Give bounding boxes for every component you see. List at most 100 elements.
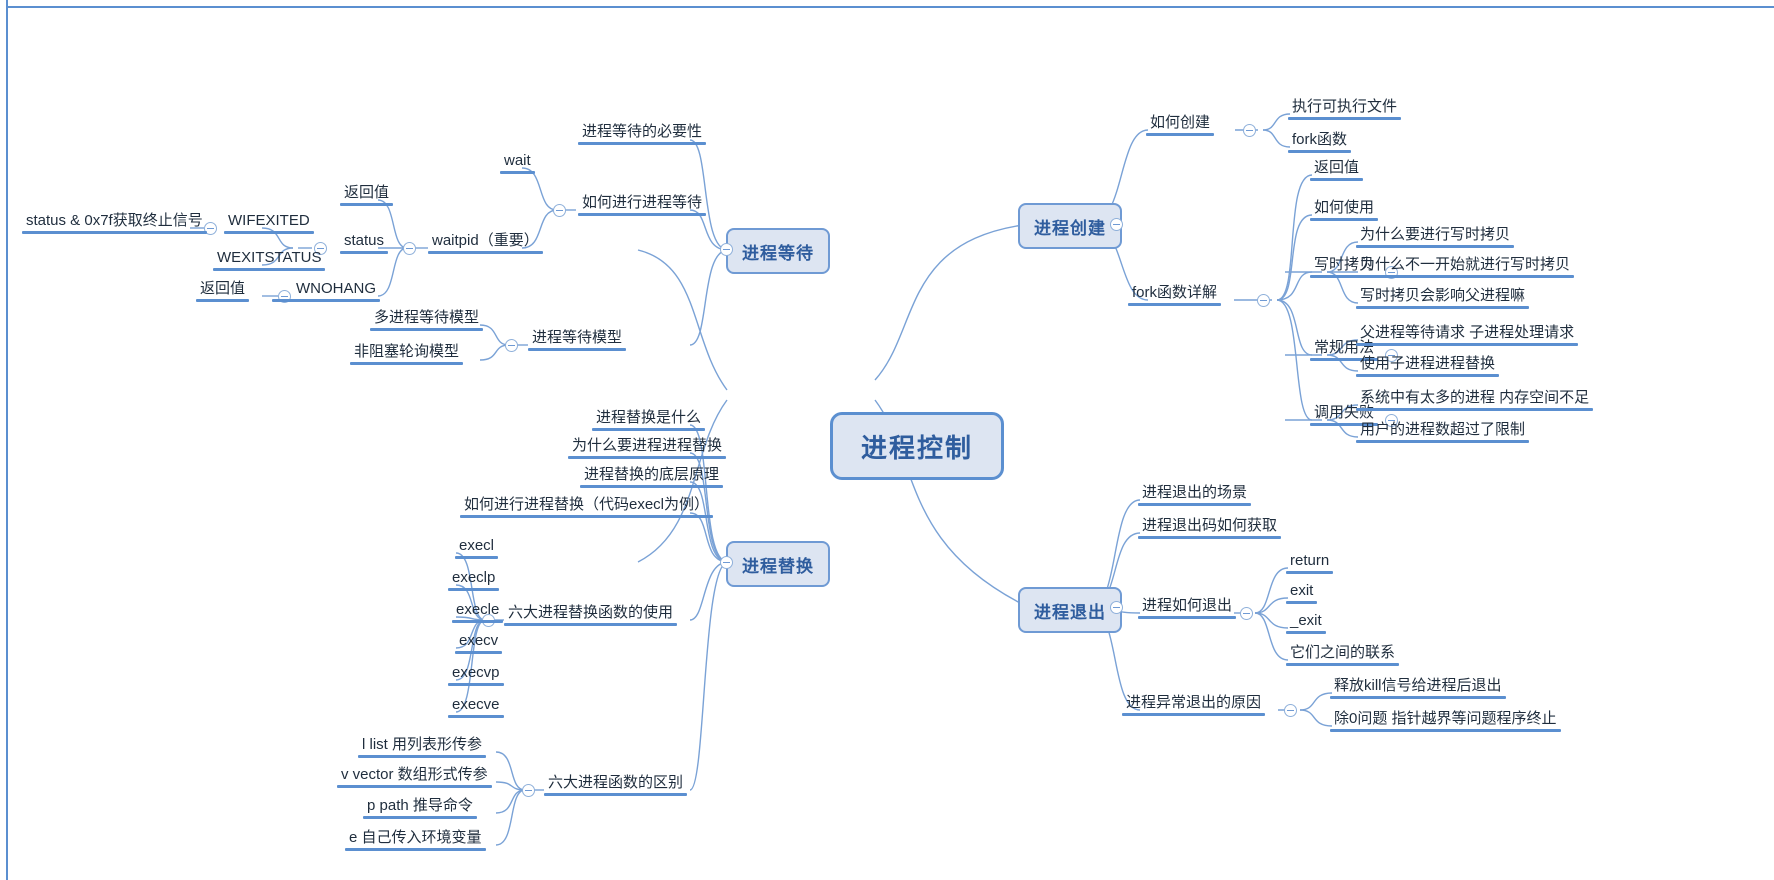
branch-process-replace[interactable]: 进程替换 [726, 541, 830, 587]
node-execv[interactable]: execv [455, 633, 502, 654]
toggle-fork-detail[interactable] [1257, 294, 1270, 307]
node-six-exec-diff-label: 六大进程函数的区别 [548, 774, 684, 791]
node-cow-why[interactable]: 为什么要进行写时拷贝 [1356, 227, 1514, 248]
toggle-abnormal-exit[interactable] [1284, 704, 1297, 717]
node-cow-affect-parent[interactable]: 写时拷贝会影响父进程嘛 [1356, 288, 1529, 309]
node-execve-label: execve [452, 696, 500, 713]
node-replace-why[interactable]: 为什么要进程进程替换 [568, 438, 726, 459]
node-wait-model[interactable]: 进程等待模型 [528, 330, 626, 351]
toggle-six-exec-diff[interactable] [522, 784, 535, 797]
node-nonblocking-model[interactable]: 非阻塞轮询模型 [350, 344, 463, 365]
node-fork-detail[interactable]: fork函数详解 [1128, 285, 1221, 306]
underline [1356, 275, 1574, 278]
node-execl[interactable]: execl [455, 538, 498, 559]
underline [340, 203, 393, 206]
node-waitpid[interactable]: waitpid（重要） [428, 233, 543, 254]
node-exit[interactable]: exit [1286, 583, 1317, 604]
node-fail-too-many[interactable]: 系统中有太多的进程 内存空间不足 [1356, 390, 1593, 411]
node-exit-code-get[interactable]: 进程退出码如何获取 [1138, 518, 1281, 539]
node-how-to-wait-label: 如何进行进程等待 [582, 194, 703, 211]
node-abnormal-div0-label: 除0问题 指针越界等问题程序终止 [1334, 710, 1557, 727]
node-wifexited[interactable]: WIFEXITED [224, 213, 314, 234]
node-multi-process-model[interactable]: 多进程等待模型 [370, 310, 483, 331]
node-wnohang[interactable]: WNOHANG [272, 281, 380, 302]
node-wait[interactable]: wait [500, 153, 535, 174]
node-abnormal-div0[interactable]: 除0问题 指针越界等问题程序终止 [1330, 711, 1561, 732]
node-usage-parent-wait[interactable]: 父进程等待请求 子进程处理请求 [1356, 325, 1578, 346]
node-how-to-create-label: 如何创建 [1150, 114, 1211, 131]
node-fail-limit-label: 用户的进程数超过了限制 [1360, 421, 1526, 438]
toggle-wait-model[interactable] [505, 339, 518, 352]
node-replace-principle[interactable]: 进程替换的底层原理 [580, 467, 723, 488]
node-fork-how-to-use[interactable]: 如何使用 [1310, 200, 1378, 221]
underline [337, 785, 492, 788]
node-wexitstatus[interactable]: WEXITSTATUS [213, 250, 325, 271]
underline [1288, 150, 1351, 153]
node-diff-v-vector[interactable]: v vector 数组形式传参 [337, 767, 492, 788]
node-status-mask[interactable]: status & 0x7f获取终止信号 [22, 213, 207, 234]
node-diff-e-env[interactable]: e 自己传入环境变量 [345, 830, 486, 851]
branch-process-exit[interactable]: 进程退出 [1018, 587, 1122, 633]
node-how-to-wait[interactable]: 如何进行进程等待 [578, 195, 706, 216]
node-waitpid-return[interactable]: 返回值 [340, 185, 393, 206]
node-fail-limit[interactable]: 用户的进程数超过了限制 [1356, 422, 1529, 443]
node-status[interactable]: status [340, 233, 388, 254]
node-wifexited-label: WIFEXITED [228, 212, 310, 229]
node-diff-l-list[interactable]: l list 用列表形传参 [358, 737, 486, 758]
underline [544, 793, 687, 796]
node-usage-child-replace[interactable]: 使用子进程进程替换 [1356, 356, 1499, 377]
toggle-process-create[interactable] [1110, 218, 1123, 231]
node-usage-parent-wait-label: 父进程等待请求 子进程处理请求 [1360, 324, 1575, 341]
node-execvp[interactable]: execvp [448, 665, 504, 686]
toggle-process-exit[interactable] [1110, 601, 1123, 614]
node-cow-why-not-start[interactable]: 为什么不一开始就进行写时拷贝 [1356, 257, 1574, 278]
node-abnormal-exit-reason[interactable]: 进程异常退出的原因 [1122, 695, 1265, 716]
toggle-waitpid[interactable] [403, 242, 416, 255]
underline [1356, 408, 1593, 411]
node-diff-p-path-label: p path 推导命令 [367, 797, 473, 814]
underline [460, 515, 713, 518]
node-wait-necessity[interactable]: 进程等待的必要性 [578, 124, 706, 145]
node-underscore-exit[interactable]: _exit [1286, 613, 1326, 634]
node-six-exec-usage[interactable]: 六大进程替换函数的使用 [504, 605, 677, 626]
node-return[interactable]: return [1286, 553, 1333, 574]
node-wexitstatus-label: WEXITSTATUS [217, 249, 322, 266]
node-exit-scenes[interactable]: 进程退出的场景 [1138, 485, 1251, 506]
node-nonblocking-model-label: 非阻塞轮询模型 [354, 343, 460, 360]
node-replace-how[interactable]: 如何进行进程替换（代码execl为例） [460, 497, 713, 518]
node-exec-file[interactable]: 执行可执行文件 [1288, 99, 1401, 120]
node-exit-relations[interactable]: 它们之间的联系 [1286, 645, 1399, 666]
node-execlp[interactable]: execlp [448, 570, 499, 591]
node-how-to-create[interactable]: 如何创建 [1146, 115, 1214, 136]
toggle-how-to-wait[interactable] [553, 204, 566, 217]
node-fork-return-value[interactable]: 返回值 [1310, 160, 1363, 181]
toggle-how-to-exit[interactable] [1240, 607, 1253, 620]
node-execle[interactable]: execle [452, 602, 503, 623]
underline [1356, 440, 1529, 443]
node-how-to-exit[interactable]: 进程如何退出 [1138, 598, 1236, 619]
node-wait-model-label: 进程等待模型 [532, 329, 623, 346]
underline [1286, 631, 1326, 634]
toggle-process-replace[interactable] [720, 556, 733, 569]
node-waitpid-return-label: 返回值 [344, 184, 390, 201]
node-execlp-label: execlp [452, 569, 496, 586]
underline [1288, 117, 1401, 120]
node-fork-function[interactable]: fork函数 [1288, 132, 1351, 153]
underline [592, 428, 705, 431]
branch-process-wait[interactable]: 进程等待 [726, 228, 830, 274]
node-wnohang-return[interactable]: 返回值 [196, 281, 249, 302]
node-wnohang-label: WNOHANG [296, 280, 376, 297]
underline [1310, 178, 1363, 181]
node-execve[interactable]: execve [448, 697, 504, 718]
toggle-process-wait[interactable] [720, 243, 733, 256]
node-exec-file-label: 执行可执行文件 [1292, 98, 1398, 115]
branch-process-create[interactable]: 进程创建 [1018, 203, 1122, 249]
underline [568, 456, 726, 459]
node-abnormal-kill[interactable]: 释放kill信号给进程后退出 [1330, 678, 1506, 699]
node-replace-what[interactable]: 进程替换是什么 [592, 410, 705, 431]
node-diff-p-path[interactable]: p path 推导命令 [363, 798, 477, 819]
underline [448, 588, 499, 591]
root-node[interactable]: 进程控制 [830, 412, 1004, 480]
toggle-how-to-create[interactable] [1243, 124, 1256, 137]
node-six-exec-diff[interactable]: 六大进程函数的区别 [544, 775, 687, 796]
